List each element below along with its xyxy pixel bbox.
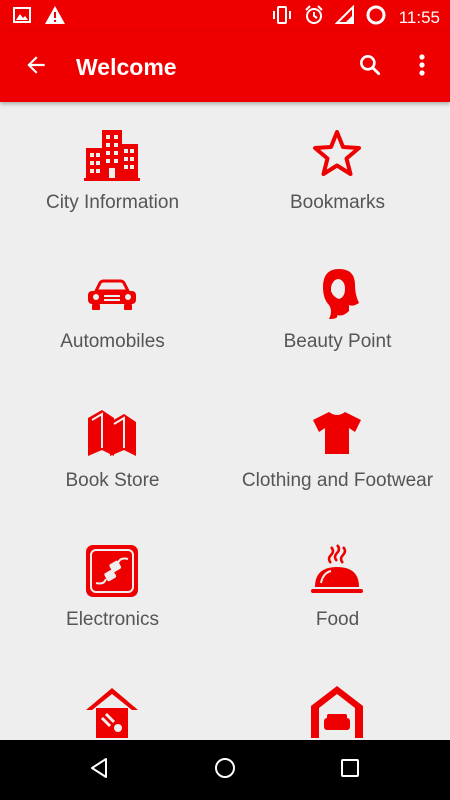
home-repair-icon — [84, 682, 140, 738]
tshirt-icon — [309, 404, 365, 460]
category-label: City Information — [45, 192, 180, 213]
more-vert-icon — [418, 53, 426, 82]
car-icon — [84, 265, 140, 321]
home-circle-icon — [213, 756, 237, 785]
category-label: Electronics — [66, 609, 159, 630]
category-label: Automobiles — [60, 331, 165, 352]
category-label: Bookmarks — [289, 192, 386, 213]
more-options-button[interactable] — [402, 45, 442, 89]
star-icon — [309, 126, 365, 182]
category-book-store[interactable]: Book Store — [0, 380, 225, 519]
category-label: Clothing and Footwear — [241, 470, 434, 491]
buildings-icon — [84, 126, 140, 182]
search-button[interactable] — [348, 45, 392, 89]
category-bookmarks[interactable]: Bookmarks — [225, 102, 450, 241]
category-city-information[interactable]: City Information — [0, 102, 225, 241]
recents-square-icon — [339, 757, 361, 784]
nav-recents-button[interactable] — [320, 748, 380, 792]
warning-icon — [44, 5, 66, 30]
plug-icon — [84, 543, 140, 599]
alarm-icon — [303, 4, 325, 31]
category-beauty-point[interactable]: Beauty Point — [225, 241, 450, 380]
nav-home-button[interactable] — [195, 748, 255, 792]
image-icon — [12, 5, 32, 30]
woman-icon — [309, 265, 365, 321]
vibrate-icon — [271, 4, 293, 31]
books-icon — [84, 404, 140, 460]
nav-back-button[interactable] — [70, 748, 130, 792]
category-home-furniture[interactable] — [225, 658, 450, 740]
category-label: Food — [315, 609, 360, 630]
system-nav-bar — [0, 740, 450, 800]
category-label: Beauty Point — [283, 331, 392, 352]
battery-icon — [365, 4, 387, 31]
page-title: Welcome — [76, 54, 177, 80]
status-time: 11:55 — [398, 7, 440, 27]
home-furniture-icon — [309, 682, 365, 738]
category-label: Book Store — [65, 470, 160, 491]
category-clothing-and-footwear[interactable]: Clothing and Footwear — [225, 380, 450, 519]
arrow-back-icon — [23, 52, 49, 83]
app-bar: Welcome — [0, 32, 450, 102]
category-electronics[interactable]: Electronics — [0, 519, 225, 658]
category-grid: City Information Bookmarks Automobiles B… — [0, 102, 450, 740]
status-bar: 11:55 — [0, 0, 450, 32]
back-triangle-icon — [88, 756, 112, 785]
food-cloche-icon — [309, 543, 365, 599]
category-food[interactable]: Food — [225, 519, 450, 658]
search-icon — [357, 52, 383, 83]
back-button[interactable] — [14, 45, 58, 89]
signal-icon — [334, 4, 355, 30]
category-home-repair[interactable] — [0, 658, 225, 740]
category-automobiles[interactable]: Automobiles — [0, 241, 225, 380]
